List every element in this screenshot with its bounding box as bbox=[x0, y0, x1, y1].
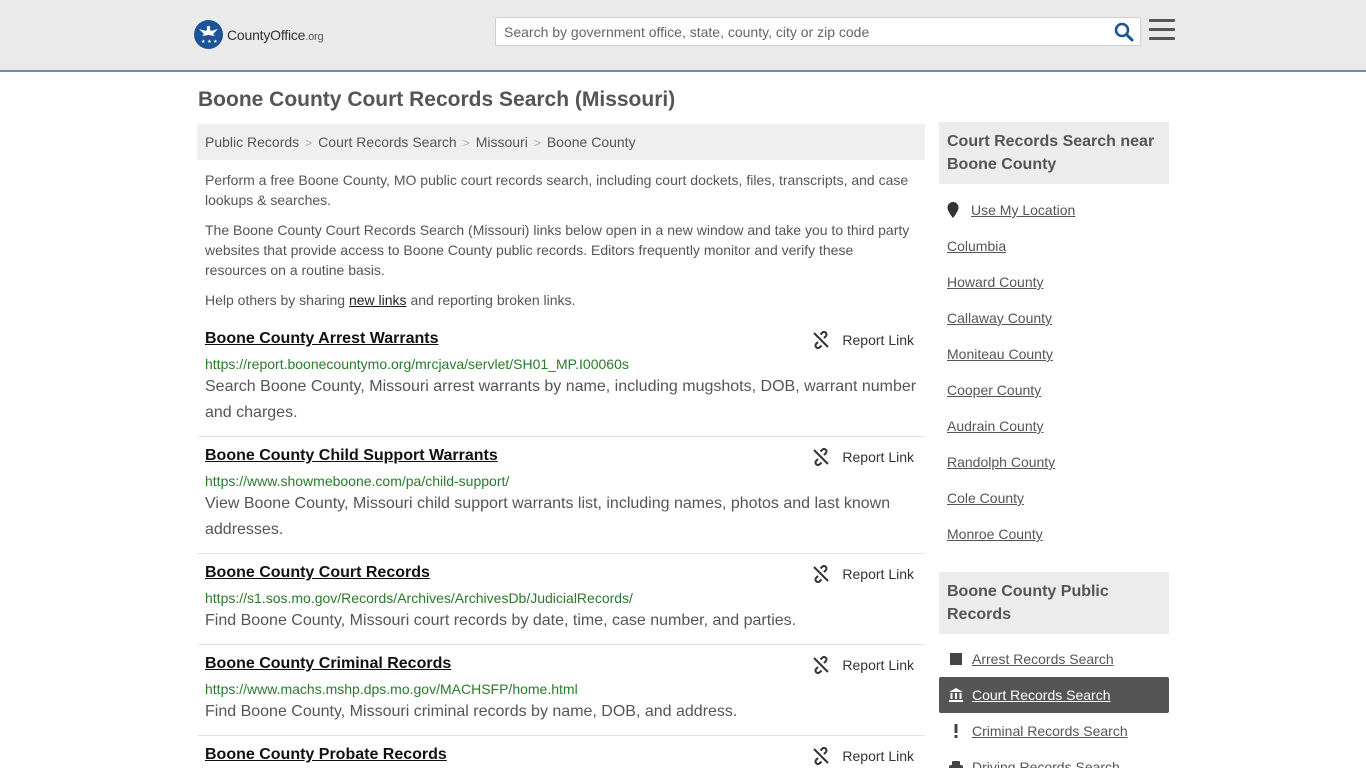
nearby-link-callaway-county[interactable]: Callaway County bbox=[947, 310, 1052, 326]
report-link-button[interactable]: Report Link bbox=[812, 331, 914, 349]
nearby-link-randolph-county[interactable]: Randolph County bbox=[947, 454, 1055, 470]
record-description: Search Boone County, Missouri arrest war… bbox=[205, 378, 917, 421]
record-item: Boone County Court Records Report Link h… bbox=[197, 558, 925, 645]
courthouse-icon bbox=[949, 688, 963, 702]
report-link-button[interactable]: Report Link bbox=[812, 448, 914, 466]
svg-text:★ ★ ★: ★ ★ ★ bbox=[201, 39, 218, 45]
breadcrumb-boone-county[interactable]: Boone County bbox=[547, 134, 636, 150]
use-my-location-link[interactable]: Use My Location bbox=[947, 202, 1075, 218]
nearby-link-columbia[interactable]: Columbia bbox=[947, 238, 1006, 254]
nearby-link-howard-county[interactable]: Howard County bbox=[947, 274, 1044, 290]
record-url: https://s1.sos.mo.gov/Records/Archives/A… bbox=[205, 590, 633, 606]
breadcrumb-missouri[interactable]: Missouri bbox=[476, 134, 528, 150]
sidebar-item-driving-records[interactable]: Driving Records Search bbox=[939, 749, 1169, 768]
nearby-link-audrain-county[interactable]: Audrain County bbox=[947, 418, 1044, 434]
public-records-heading: Boone County Public Records bbox=[939, 572, 1169, 634]
record-title-link[interactable]: Boone County Court Records bbox=[205, 564, 430, 582]
location-pin-icon bbox=[947, 202, 959, 218]
intro-paragraph: Perform a free Boone County, MO public c… bbox=[205, 172, 909, 208]
breadcrumb-separator-icon: > bbox=[305, 136, 313, 150]
report-link-button[interactable]: Report Link bbox=[812, 656, 914, 674]
record-description: Find Boone County, Missouri criminal rec… bbox=[205, 703, 738, 720]
breadcrumb-separator-icon: > bbox=[462, 136, 470, 150]
report-link-label: Report Link bbox=[842, 657, 914, 673]
sidebar-item-label: Driving Records Search bbox=[972, 759, 1120, 768]
sidebar-item-criminal-records[interactable]: Criminal Records Search bbox=[939, 713, 1169, 749]
nearby-link-moniteau-county[interactable]: Moniteau County bbox=[947, 346, 1053, 362]
exclamation-icon bbox=[949, 724, 963, 738]
new-links-link[interactable]: new links bbox=[349, 292, 407, 308]
square-icon bbox=[949, 652, 963, 666]
use-my-location-label: Use My Location bbox=[971, 202, 1076, 218]
search-input[interactable] bbox=[496, 18, 1096, 45]
breadcrumb: Public Records > Court Records Search > Miss… bbox=[197, 124, 925, 160]
record-title-link[interactable]: Boone County Child Support Warrants bbox=[205, 447, 498, 465]
broken-link-icon bbox=[813, 565, 830, 583]
record-item: Boone County Child Support Warrants Repo… bbox=[197, 441, 925, 554]
broken-link-icon bbox=[813, 747, 830, 765]
record-title-link[interactable]: Boone County Probate Records bbox=[205, 746, 447, 764]
nearby-link-monroe-county[interactable]: Monroe County bbox=[947, 526, 1043, 542]
disclaimer-paragraph: The Boone County Court Records Search (M… bbox=[205, 222, 910, 278]
logo-text: CountyOffice.org bbox=[227, 26, 324, 43]
record-item: Boone County Probate Records Report Link bbox=[197, 740, 925, 768]
report-link-label: Report Link bbox=[842, 748, 914, 764]
record-title-link[interactable]: Boone County Criminal Records bbox=[205, 655, 451, 673]
record-item: Boone County Criminal Records Report Lin… bbox=[197, 649, 925, 736]
report-link-label: Report Link bbox=[842, 566, 914, 582]
record-description: View Boone County, Missouri child suppor… bbox=[205, 495, 891, 538]
logo-tld: .org bbox=[305, 30, 324, 43]
logo-name: CountyOffice bbox=[227, 26, 306, 43]
record-description: Find Boone County, Missouri court record… bbox=[205, 612, 797, 629]
broken-link-icon bbox=[813, 448, 830, 466]
record-url: https://www.machs.mshp.dps.mo.gov/MACHSF… bbox=[205, 681, 578, 697]
breadcrumb-court-records-search[interactable]: Court Records Search bbox=[318, 134, 457, 150]
report-link-label: Report Link bbox=[842, 449, 914, 465]
share-text-before: Help others by sharing bbox=[205, 292, 349, 308]
report-link-button[interactable]: Report Link bbox=[812, 747, 914, 765]
sidebar-item-arrest-records[interactable]: Arrest Records Search bbox=[939, 641, 1169, 677]
record-url: https://www.showmeboone.com/pa/child-sup… bbox=[205, 473, 510, 489]
eagle-logo-icon: ★ ★ ★ bbox=[194, 20, 223, 49]
broken-link-icon bbox=[813, 331, 830, 349]
nearby-link-cooper-county[interactable]: Cooper County bbox=[947, 382, 1041, 398]
search-button[interactable] bbox=[1114, 22, 1134, 42]
report-link-button[interactable]: Report Link bbox=[812, 565, 914, 583]
nearby-link-cole-county[interactable]: Cole County bbox=[947, 490, 1024, 506]
car-icon bbox=[949, 760, 963, 768]
sidebar-item-court-records[interactable]: Court Records Search bbox=[939, 677, 1169, 713]
sidebar-item-label: Arrest Records Search bbox=[972, 651, 1114, 667]
breadcrumb-public-records[interactable]: Public Records bbox=[205, 134, 299, 150]
report-link-label: Report Link bbox=[842, 332, 914, 348]
page-title: Boone County Court Records Search (Misso… bbox=[198, 88, 676, 111]
broken-link-icon bbox=[813, 656, 830, 674]
sidebar-item-label: Criminal Records Search bbox=[972, 723, 1128, 739]
search-icon bbox=[1114, 22, 1134, 42]
sidebar-item-label: Court Records Search bbox=[972, 687, 1111, 703]
hamburger-menu-icon[interactable] bbox=[1149, 19, 1175, 43]
nearby-heading: Court Records Search near Boone County bbox=[939, 122, 1169, 184]
site-logo[interactable]: ★ ★ ★ CountyOffice.org bbox=[194, 20, 324, 49]
search-box bbox=[495, 17, 1141, 46]
breadcrumb-separator-icon: > bbox=[533, 136, 541, 150]
site-header: ★ ★ ★ CountyOffice.org bbox=[0, 0, 1366, 72]
share-text-after: and reporting broken links. bbox=[406, 292, 576, 308]
record-item: Boone County Arrest Warrants Report Link… bbox=[197, 324, 925, 437]
record-url: https://report.boonecountymo.org/mrcjava… bbox=[205, 356, 629, 372]
share-paragraph: Help others by sharing new links and rep… bbox=[205, 290, 917, 310]
record-title-link[interactable]: Boone County Arrest Warrants bbox=[205, 330, 439, 348]
